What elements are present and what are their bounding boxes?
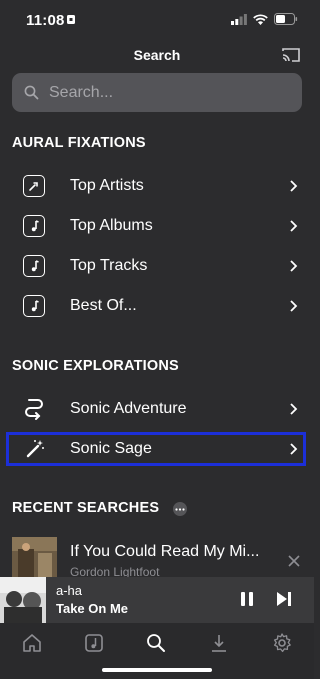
- more-options-icon[interactable]: [173, 502, 187, 516]
- section-title-sonic: SONIC EXPLORATIONS: [12, 358, 179, 374]
- pause-icon[interactable]: [240, 591, 254, 607]
- settings-icon[interactable]: [271, 632, 293, 654]
- section-title-aural: AURAL FIXATIONS: [12, 135, 146, 151]
- lock-icon: [67, 15, 75, 24]
- list-item-label: Top Artists: [70, 177, 144, 194]
- chevron-right-icon: [290, 220, 298, 232]
- section-title-recent: RECENT SEARCHES: [12, 500, 160, 516]
- home-icon[interactable]: [21, 632, 43, 654]
- path-icon: [25, 399, 43, 420]
- library-icon[interactable]: [83, 632, 105, 654]
- recent-search-title: If You Could Read My Mi...: [70, 543, 260, 560]
- status-time: 11:08: [26, 12, 65, 29]
- battery-icon: [274, 13, 298, 25]
- chevron-right-icon: [290, 300, 298, 312]
- list-item-label: Top Tracks: [70, 257, 148, 274]
- search-icon: [24, 85, 39, 100]
- recent-search-item[interactable]: If You Could Read My Mi... Gordon Lightf…: [0, 537, 314, 579]
- music-note-icon: [23, 295, 45, 317]
- list-item-sonic-sage[interactable]: Sonic Sage: [0, 429, 314, 469]
- search-input[interactable]: [47, 82, 291, 103]
- now-playing-bar[interactable]: a-ha Take On Me: [0, 577, 314, 623]
- home-indicator: [102, 668, 212, 672]
- list-item-top-albums[interactable]: Top Albums: [0, 206, 314, 246]
- music-note-icon: [23, 255, 45, 277]
- now-playing-title: Take On Me: [56, 601, 129, 616]
- chevron-right-icon: [290, 403, 298, 415]
- magic-wand-icon: [26, 440, 44, 458]
- music-note-icon: [23, 215, 45, 237]
- list-item-sonic-adventure[interactable]: Sonic Adventure: [0, 389, 314, 429]
- list-item-best-of[interactable]: Best Of...: [0, 286, 314, 326]
- list-item-label: Sonic Sage: [70, 440, 152, 457]
- now-playing-artist: a-ha: [56, 583, 83, 598]
- list-item-top-tracks[interactable]: Top Tracks: [0, 246, 314, 286]
- search-field[interactable]: [12, 73, 302, 112]
- chevron-right-icon: [290, 260, 298, 272]
- album-art: [0, 577, 46, 623]
- list-item-top-artists[interactable]: Top Artists: [0, 166, 314, 206]
- download-icon[interactable]: [208, 632, 230, 654]
- next-track-icon[interactable]: [276, 591, 292, 607]
- signal-icon: [231, 13, 247, 25]
- cast-icon[interactable]: [281, 47, 301, 63]
- list-item-label: Best Of...: [70, 297, 137, 314]
- page-title: Search: [133, 47, 181, 63]
- search-tab-icon[interactable]: [145, 632, 167, 654]
- microphone-icon: [23, 175, 45, 197]
- wifi-icon: [253, 13, 268, 25]
- close-icon[interactable]: [288, 555, 300, 567]
- status-bar: 11:08: [0, 0, 314, 40]
- chevron-right-icon: [290, 180, 298, 192]
- album-art: [12, 537, 57, 577]
- chevron-right-icon: [290, 443, 298, 455]
- list-item-label: Top Albums: [70, 217, 153, 234]
- list-item-label: Sonic Adventure: [70, 400, 187, 417]
